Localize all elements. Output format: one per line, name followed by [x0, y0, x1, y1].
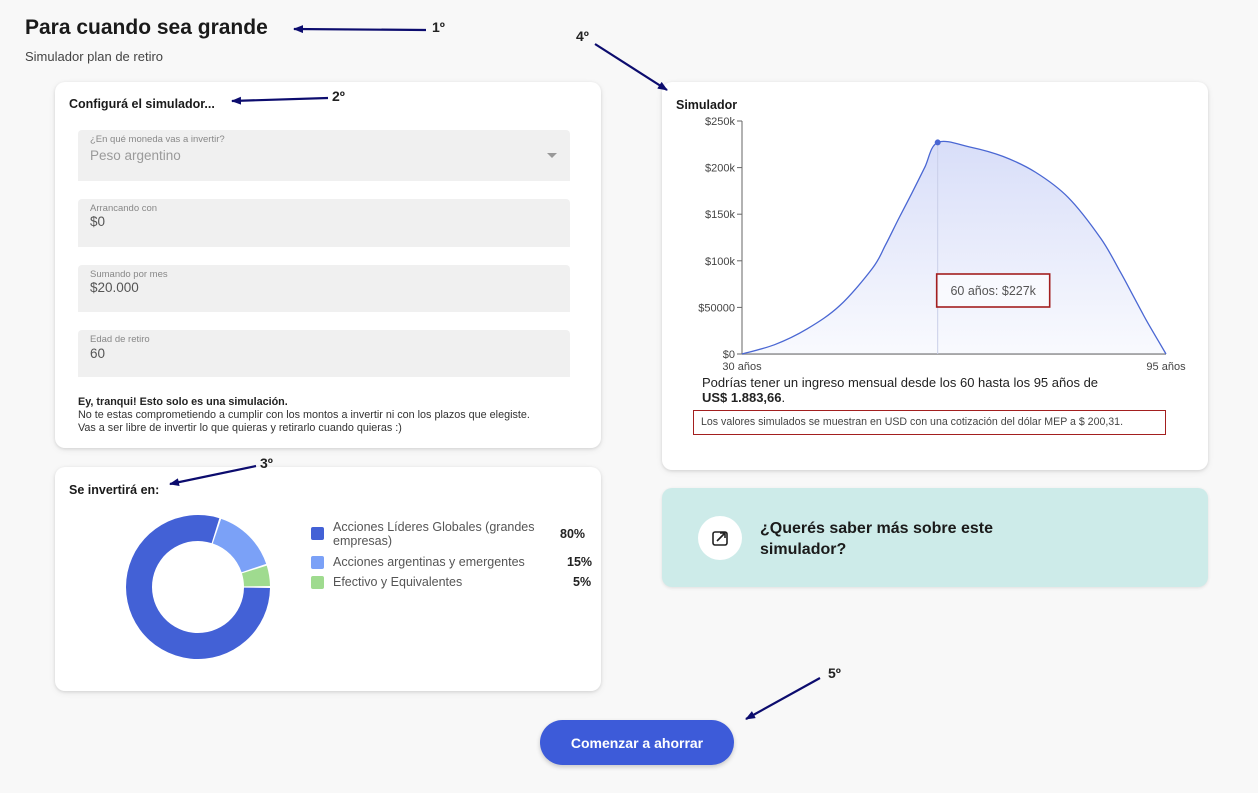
- exchange-rate-note: Los valores simulados se muestran en USD…: [693, 410, 1166, 435]
- page-subtitle: Simulador plan de retiro: [25, 49, 164, 64]
- page-title: Para cuando sea grande: [25, 16, 268, 39]
- legend-label-argentinas: Acciones argentinas y emergentes: [333, 555, 525, 569]
- y-tick-label: $250k: [705, 116, 735, 128]
- monthly-amount-label: Sumando por mes: [90, 269, 168, 280]
- allocation-donut-chart: [126, 515, 270, 659]
- annotation-label-2: 2º: [332, 88, 345, 104]
- legend-label-global: Acciones Líderes Globales (grandes empre…: [333, 520, 535, 548]
- legend-swatch-argentinas: [311, 556, 324, 569]
- y-tick-label: $50000: [698, 302, 735, 314]
- legend-item-argentinas: Acciones argentinas y emergentes: [311, 555, 525, 569]
- legend-pct-argentinas: 15%: [567, 555, 593, 569]
- result-end: .: [781, 390, 786, 405]
- legend-swatch-global: [311, 527, 324, 540]
- retirement-age-field[interactable]: Edad de retiro 60: [78, 330, 570, 377]
- config-title: Configurá el simulador...: [69, 97, 215, 111]
- annotation-label-5: 5º: [828, 665, 841, 681]
- legend-item-efectivo: Efectivo y Equivalentes: [311, 575, 463, 589]
- annotation-arrow-4: [594, 43, 668, 91]
- simulator-card: Simulador $0 $50000 $100k $150k $200k $250k 30…: [662, 82, 1208, 470]
- highlight-tooltip-label: 60 años: $227k: [950, 284, 1036, 298]
- start-saving-button[interactable]: Comenzar a ahorrar: [540, 720, 734, 765]
- note-line-2: Vas a ser libre de invertir lo que quier…: [78, 422, 402, 434]
- annotation-arrow-5: [745, 677, 821, 720]
- annotation-label-1: 1º: [432, 19, 445, 35]
- start-amount-value: $0: [90, 214, 106, 229]
- external-link-icon-svg: [712, 531, 728, 546]
- legend-pct-efectivo: 5%: [573, 575, 592, 589]
- x-tick-label: 30 años: [722, 361, 762, 373]
- legend-swatch-efectivo: [311, 576, 324, 589]
- more-info-card[interactable]: ¿Querés saber más sobre este simulador?: [662, 488, 1208, 587]
- simulation-result: Podrías tener un ingreso mensual desde l…: [702, 375, 1132, 405]
- legend-item-global: Acciones Líderes Globales (grandes empre…: [311, 520, 538, 548]
- retirement-area-chart: $0 $50000 $100k $150k $200k $250k 30 años 95 añ…: [698, 116, 1186, 373]
- currency-value: Peso argentino: [90, 148, 181, 163]
- donut-slice-1: [212, 518, 267, 573]
- result-amount: US$ 1.883,66: [702, 390, 782, 405]
- allocation-card: Se invertirá en: Acciones Líderes Global…: [55, 467, 601, 691]
- retirement-age-label: Edad de retiro: [90, 334, 150, 345]
- currency-select[interactable]: ¿En qué moneda vas a invertir? Peso arge…: [78, 130, 570, 181]
- legend-pct-global: 80%: [560, 527, 586, 541]
- annotation-arrow-1: [293, 25, 427, 34]
- retirement-age-value: 60: [90, 346, 106, 361]
- legend-label-efectivo: Efectivo y Equivalentes: [333, 575, 463, 589]
- currency-label: ¿En qué moneda vas a invertir?: [90, 134, 225, 145]
- start-amount-label: Arrancando con: [90, 203, 158, 214]
- highlight-point[interactable]: [934, 139, 941, 146]
- simulation-note: Ey, tranqui! Esto solo es una simulación…: [78, 396, 530, 435]
- y-tick-label: $100k: [705, 256, 735, 268]
- y-tick-label: $0: [723, 349, 735, 361]
- chevron-down-icon: [547, 153, 557, 158]
- note-title: Ey, tranqui! Esto solo es una simulación…: [78, 396, 288, 408]
- config-card: Configurá el simulador... ¿En qué moneda…: [55, 82, 601, 448]
- result-text: Podrías tener un ingreso mensual desde l…: [702, 375, 1099, 390]
- annotation-label-3: 3º: [260, 455, 273, 471]
- y-tick-label: $150k: [705, 209, 735, 221]
- external-link-icon: [698, 516, 742, 560]
- monthly-amount-value: $20.000: [90, 280, 139, 295]
- note-line-1: No te estas comprometiendo a cumplir con…: [78, 409, 530, 421]
- start-amount-field[interactable]: Arrancando con $0: [78, 199, 570, 247]
- allocation-title: Se invertirá en:: [69, 483, 160, 497]
- monthly-amount-field[interactable]: Sumando por mes $20.000: [78, 265, 570, 312]
- x-tick-label: 95 años: [1146, 361, 1186, 373]
- y-tick-label: $200k: [705, 163, 735, 175]
- annotation-label-4: 4º: [576, 28, 589, 44]
- more-info-text: ¿Querés saber más sobre este simulador?: [760, 520, 994, 558]
- area-fill: [742, 141, 1166, 354]
